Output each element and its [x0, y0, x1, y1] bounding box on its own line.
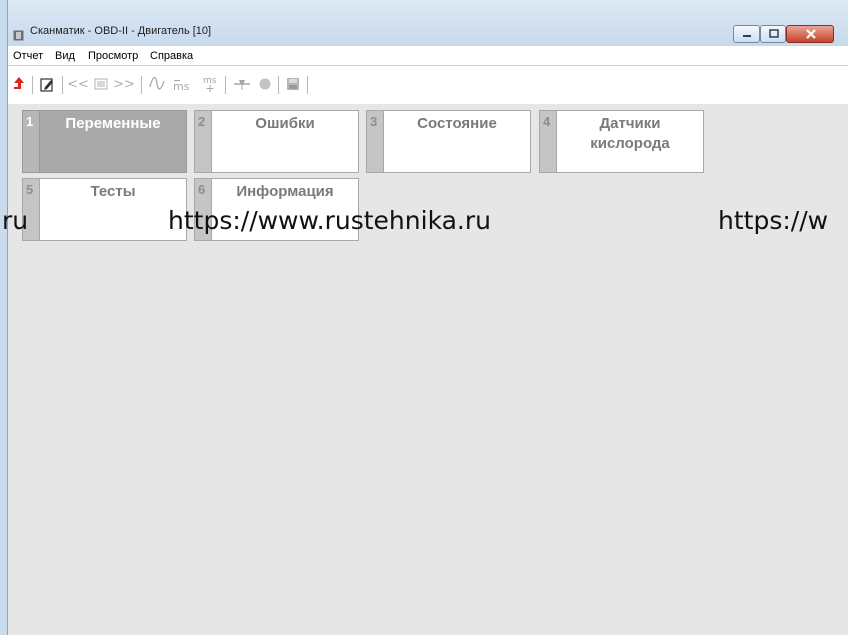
list-icon[interactable]: [92, 75, 110, 93]
edit-report-icon[interactable]: [39, 75, 55, 93]
menu-report[interactable]: Отчет: [13, 50, 43, 62]
menu-help[interactable]: Справка: [150, 50, 193, 62]
tab-label: Датчики кислорода: [556, 110, 704, 173]
tab-tests[interactable]: 5 Тесты: [22, 178, 187, 241]
watermark-text: https://www.rustehnika.ru: [168, 206, 491, 235]
maximize-button[interactable]: [760, 25, 786, 43]
tab-number: 3: [366, 110, 383, 173]
minimize-button[interactable]: [733, 25, 760, 43]
tab-label: Ошибки: [211, 110, 359, 173]
tab-label: Переменные: [39, 110, 187, 173]
next-button[interactable]: >>: [113, 75, 135, 93]
close-icon: [806, 29, 816, 39]
upload-icon[interactable]: [11, 75, 27, 93]
tab-label: Состояние: [383, 110, 531, 173]
title-bar: Сканматик - OBD-II - Двигатель [10]: [0, 0, 848, 46]
wave-icon[interactable]: [148, 75, 166, 93]
close-button[interactable]: [786, 25, 834, 43]
toolbar-separator: [307, 76, 308, 94]
tab-number: 2: [194, 110, 211, 173]
record-icon[interactable]: [257, 75, 273, 93]
app-icon: [13, 26, 24, 41]
tab-errors[interactable]: 2 Ошибки: [194, 110, 359, 173]
tab-number: 4: [539, 110, 556, 173]
app-window: Сканматик - OBD-II - Двигатель [10] Отче…: [0, 0, 848, 635]
toolbar-separator: [141, 76, 142, 94]
maximize-icon: [769, 29, 779, 38]
menu-bar: Отчет Вид Просмотр Справка: [8, 46, 848, 66]
tab-status[interactable]: 3 Состояние: [366, 110, 531, 173]
toolbar-separator: [62, 76, 63, 94]
prev-button[interactable]: <<: [67, 75, 89, 93]
toolbar-separator: [225, 76, 226, 94]
watermark-text: .ru: [0, 206, 29, 235]
tab-oxygen-sensors[interactable]: 4 Датчики кислорода: [539, 110, 704, 173]
toolbar-separator: [278, 76, 279, 94]
tab-label: Тесты: [39, 178, 187, 241]
watermark-text: https://w: [718, 206, 829, 235]
menu-view[interactable]: Вид: [55, 50, 75, 62]
tab-variables[interactable]: 1 Переменные: [22, 110, 187, 173]
window-frame-left: [0, 0, 8, 635]
svg-text:ms: ms: [203, 76, 217, 86]
ms-average-icon[interactable]: ms: [170, 75, 196, 93]
window-title: Сканматик - OBD-II - Двигатель [10]: [30, 25, 212, 37]
save-icon[interactable]: [285, 75, 301, 93]
toolbar: << >> ms ms: [8, 66, 848, 104]
tab-number: 1: [22, 110, 39, 173]
marker-icon[interactable]: [232, 75, 252, 93]
toolbar-separator: [32, 76, 33, 94]
svg-text:ms: ms: [173, 80, 190, 92]
ms-plus-icon[interactable]: ms: [200, 75, 220, 93]
menu-preview[interactable]: Просмотр: [88, 50, 138, 62]
minimize-icon: [743, 35, 751, 37]
